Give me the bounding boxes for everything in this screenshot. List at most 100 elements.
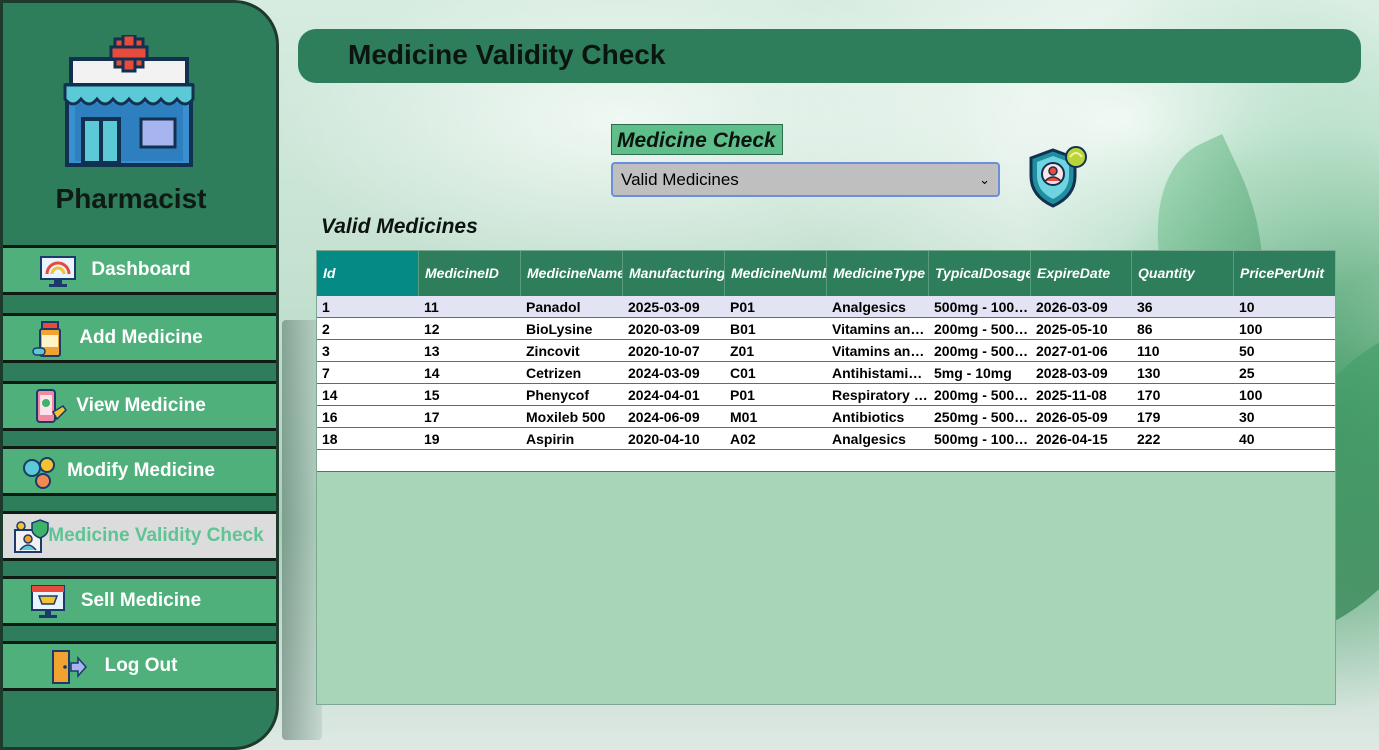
cell-typical-dosage[interactable]: 500mg - 1000mg [929,428,1031,450]
nav-medicine-validity-check[interactable]: Medicine Validity Check [3,511,276,561]
cell-medicine-name[interactable]: Moxileb 500 [521,406,623,428]
cell-quantity[interactable]: 36 [1132,296,1234,318]
cell-medicine-id[interactable]: 11 [419,296,521,318]
cell-medicine-number[interactable]: P01 [725,384,827,406]
cell-medicine-number[interactable]: M01 [725,406,827,428]
cell-expire-date[interactable]: 2028-03-09 [1031,362,1132,384]
nav-view-medicine[interactable]: View Medicine [3,381,276,431]
cell-medicine-number[interactable]: P01 [725,296,827,318]
cell-expire-date[interactable]: 2026-03-09 [1031,296,1132,318]
cell-typical-dosage[interactable]: 5mg - 10mg [929,362,1031,384]
cell-price-per-unit[interactable]: 30 [1234,406,1335,428]
column-header-quantity[interactable]: Quantity [1132,251,1234,296]
new-row-placeholder[interactable] [317,450,1335,472]
cell-id[interactable]: 1 [317,296,419,318]
cell-medicine-number[interactable]: A02 [725,428,827,450]
cell-medicine-number[interactable]: C01 [725,362,827,384]
cell-medicine-id[interactable]: 12 [419,318,521,340]
cell-expire-date[interactable]: 2025-11-08 [1031,384,1132,406]
cell-expire-date[interactable]: 2027-01-06 [1031,340,1132,362]
cell-typical-dosage[interactable]: 200mg - 500mg [929,318,1031,340]
cell-medicine-number[interactable]: Z01 [725,340,827,362]
cell-medicine-id[interactable]: 19 [419,428,521,450]
cell-price-per-unit[interactable]: 100 [1234,318,1335,340]
table-row[interactable]: 313Zincovit2020-10-07Z01Vitamins and Sup… [317,340,1335,362]
table-row[interactable]: 7 14 Cetrizen 2024-03-09 C01 Antihistamines 5m… [317,362,1335,384]
cell-medicine-id[interactable]: 13 [419,340,521,362]
cell-medicine-name[interactable]: Phenycof [521,384,623,406]
column-header-medicine-type[interactable]: MedicineType [827,251,929,296]
column-header-medicine-name[interactable]: MedicineName [521,251,623,296]
cell-manufacturing-date[interactable]: 2024-04-01 [623,384,725,406]
column-header-price-per-unit[interactable]: PricePerUnit [1234,251,1335,296]
cell-price-per-unit[interactable]: 10 [1234,296,1335,318]
cell-expire-date[interactable]: 2025-05-10 [1031,318,1132,340]
cell-quantity[interactable]: 130 [1132,362,1234,384]
table-row[interactable]: 1415Phenycof2024-04-01P01Respiratory Med… [317,384,1335,406]
table-row[interactable]: 1 11 Panadol 2025-03-09 P01 Analgesics 500mg -… [317,296,1335,318]
cell-manufacturing-date[interactable]: 2025-03-09 [623,296,725,318]
cell-manufacturing-date[interactable]: 2020-10-07 [623,340,725,362]
cell-medicine-id[interactable]: 15 [419,384,521,406]
cell-typical-dosage[interactable]: 250mg - 500mg [929,406,1031,428]
shield-user-icon[interactable] [1026,145,1090,209]
nav-modify-medicine[interactable]: Modify Medicine [3,446,276,496]
column-header-expire-date[interactable]: ExpireDate [1031,251,1132,296]
table-row[interactable]: 16 17 Moxileb 500 2024-06-09 M01 Antibiotics 2… [317,406,1335,428]
table-row[interactable]: 212BioLysine2020-03-09B01Vitamins and Su… [317,318,1335,340]
cell-medicine-type[interactable]: Vitamins and Supplements [827,318,929,340]
section-title: Valid Medicines [321,215,478,238]
cell-medicine-name[interactable]: Aspirin [521,428,623,450]
cell-typical-dosage[interactable]: 200mg - 500mg [929,384,1031,406]
cell-price-per-unit[interactable]: 100 [1234,384,1335,406]
cell-quantity[interactable]: 179 [1132,406,1234,428]
cell-medicine-type[interactable]: Antibiotics [827,406,929,428]
column-header-medicine-number[interactable]: MedicineNumber [725,251,827,296]
cell-manufacturing-date[interactable]: 2020-04-10 [623,428,725,450]
cell-manufacturing-date[interactable]: 2024-06-09 [623,406,725,428]
cell-id[interactable]: 18 [317,428,419,450]
cell-expire-date[interactable]: 2026-05-09 [1031,406,1132,428]
medicine-check-select[interactable]: Valid Medicines ⌄ [611,162,1000,197]
nav-sell-medicine[interactable]: Sell Medicine [3,576,276,626]
cell-price-per-unit[interactable]: 50 [1234,340,1335,362]
table-row[interactable]: 18 19 Aspirin 2020-04-10 A02 Analgesics 500mg … [317,428,1335,450]
cell-id[interactable]: 2 [317,318,419,340]
cell-price-per-unit[interactable]: 25 [1234,362,1335,384]
cell-medicine-id[interactable]: 14 [419,362,521,384]
cell-medicine-name[interactable]: Panadol [521,296,623,318]
cell-price-per-unit[interactable]: 40 [1234,428,1335,450]
nav-dashboard[interactable]: Dashboard [3,245,276,295]
cell-medicine-id[interactable]: 17 [419,406,521,428]
column-header-medicine-id[interactable]: MedicineID [419,251,521,296]
cell-id[interactable]: 3 [317,340,419,362]
cell-medicine-type[interactable]: Vitamins and Supplements [827,340,929,362]
cell-quantity[interactable]: 86 [1132,318,1234,340]
cell-typical-dosage[interactable]: 200mg - 500mg [929,340,1031,362]
cell-medicine-name[interactable]: Cetrizen [521,362,623,384]
cell-quantity[interactable]: 110 [1132,340,1234,362]
cell-id[interactable]: 16 [317,406,419,428]
cell-manufacturing-date[interactable]: 2020-03-09 [623,318,725,340]
cell-expire-date[interactable]: 2026-04-15 [1031,428,1132,450]
cell-medicine-name[interactable]: Zincovit [521,340,623,362]
cell-id[interactable]: 14 [317,384,419,406]
cell-quantity[interactable]: 222 [1132,428,1234,450]
cell-medicine-name[interactable]: BioLysine [521,318,623,340]
grid-rows: 1 11 Panadol 2025-03-09 P01 Analgesics 500mg -… [317,296,1335,472]
cell-medicine-type[interactable]: Antihistamines [827,362,929,384]
cell-typical-dosage[interactable]: 500mg - 1000mg [929,296,1031,318]
column-header-id[interactable]: Id [317,251,419,296]
cell-quantity[interactable]: 170 [1132,384,1234,406]
cell-medicine-type[interactable]: Analgesics [827,296,929,318]
cell-medicine-number[interactable]: B01 [725,318,827,340]
nav-add-medicine[interactable]: Add Medicine [3,313,276,363]
medicine-grid[interactable]: Id MedicineID MedicineName Manufacturing… [316,250,1336,705]
column-header-manufacturing-date[interactable]: ManufacturingDate [623,251,725,296]
cell-manufacturing-date[interactable]: 2024-03-09 [623,362,725,384]
nav-log-out[interactable]: Log Out [3,641,276,691]
column-header-typical-dosage[interactable]: TypicalDosage [929,251,1031,296]
cell-medicine-type[interactable]: Respiratory Medicines [827,384,929,406]
cell-medicine-type[interactable]: Analgesics [827,428,929,450]
cell-id[interactable]: 7 [317,362,419,384]
